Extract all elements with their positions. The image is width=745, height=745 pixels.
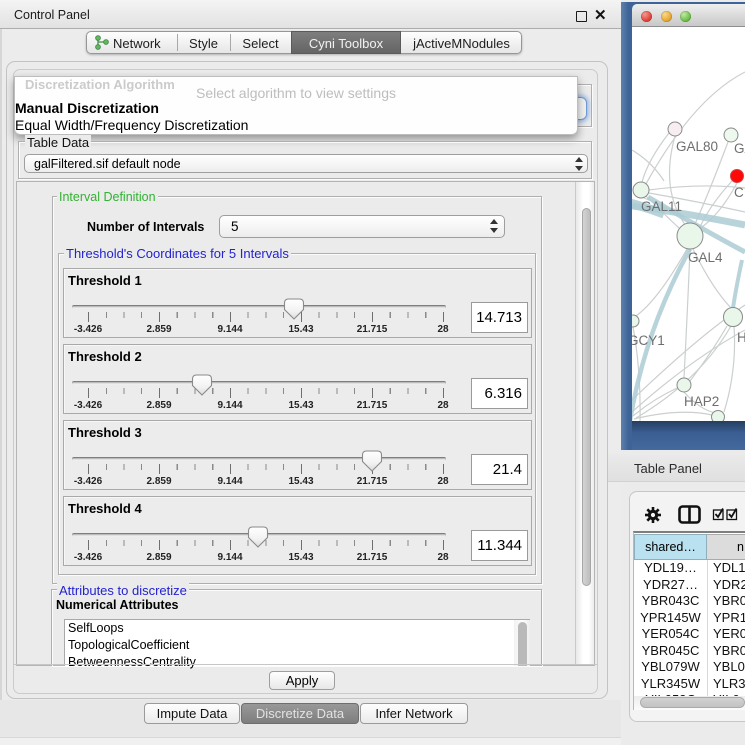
svg-text:C: C bbox=[734, 185, 744, 200]
svg-text:GCY1: GCY1 bbox=[632, 333, 665, 348]
svg-text:H: H bbox=[737, 330, 745, 345]
svg-text:GAL4: GAL4 bbox=[688, 250, 723, 265]
svg-text:GA: GA bbox=[734, 141, 745, 156]
svg-text:HAP2: HAP2 bbox=[684, 394, 719, 409]
svg-text:GAL80: GAL80 bbox=[676, 139, 718, 154]
svg-text:GAL11: GAL11 bbox=[641, 199, 682, 214]
